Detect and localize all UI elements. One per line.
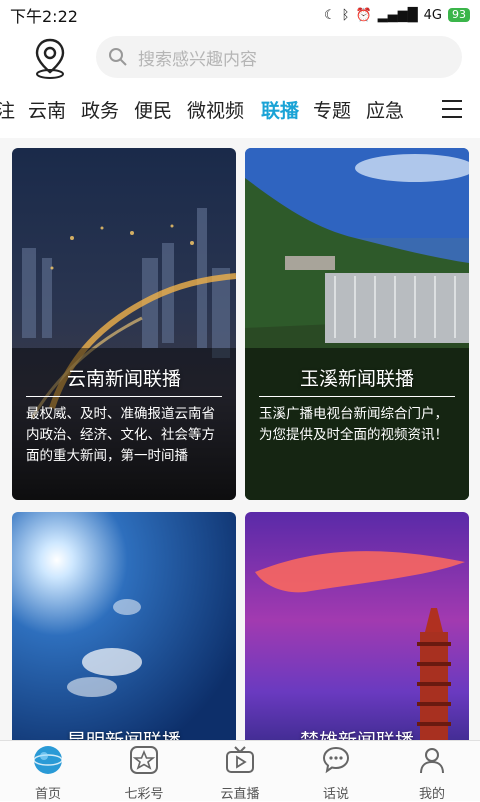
nav-mine[interactable]: 我的 [384,745,480,802]
tab-partial[interactable]: 注 [0,96,15,123]
alarm-icon: ⏰ [355,7,372,23]
search-placeholder: 搜索感兴趣内容 [138,49,257,70]
card-title: 昆明新闻联播 [12,726,236,740]
network-type: 4G [423,7,442,23]
divider [26,396,222,397]
card-title: 云南新闻联播 [66,368,181,390]
top-bar: 搜索感兴趣内容 [0,30,480,86]
tab-zhengwu[interactable]: 政务 [81,96,119,123]
chat-bubble-icon [322,746,350,774]
divider [259,396,455,397]
blue-sky-image [12,512,236,740]
nav-label: 我的 [418,787,445,802]
signal-icon: ▂▄▆█ [377,7,418,23]
search-input[interactable]: 搜索感兴趣内容 [96,36,462,78]
card-chuxiong-news[interactable]: 楚雄新闻联播 [245,512,469,740]
status-bar: 下午2:22 ☾ ᛒ ⏰ ▂▄▆█ 4G 93 [0,0,480,30]
card-title: 玉溪新闻联播 [299,368,414,390]
card-yunnan-news[interactable]: 云南新闻联播 最权威、及时、准确报道云南省内政治、经济、文化、社会等方面的重大新… [12,148,236,500]
menu-icon[interactable] [442,100,462,118]
bluetooth-icon: ᛒ [341,7,350,23]
status-icons: ☾ ᛒ ⏰ ▂▄▆█ 4G 93 [324,8,470,23]
user-icon [420,748,444,774]
tab-yunnan[interactable]: 云南 [28,96,66,123]
card-title: 楚雄新闻联播 [245,726,469,740]
tv-icon [226,746,254,773]
card-description: 最权威、及时、准确报道云南省内政治、经济、文化、社会等方面的重大新闻，第一时间播 [26,406,215,464]
card-description: 玉溪广播电视台新闻综合门户，为您提供及时全面的视频资讯！ [259,406,448,443]
tab-zhuanti[interactable]: 专题 [313,96,351,123]
card-yuxi-news[interactable]: 玉溪新闻联播 玉溪广播电视台新闻综合门户，为您提供及时全面的视频资讯！ [245,148,469,500]
search-icon [109,48,127,66]
bottom-nav: 首页 七彩号 云直播 话说 我的 [0,740,480,802]
category-tabs: 注 云南 政务 便民 微视频 联播 专题 应急 [0,92,480,128]
nav-qicaihao[interactable]: 七彩号 [96,745,192,802]
location-icon[interactable] [30,36,70,80]
star-badge-icon [130,746,158,774]
nav-live[interactable]: 云直播 [192,745,288,802]
tab-lianbo[interactable]: 联播 [261,96,299,123]
tab-weishipin[interactable]: 微视频 [187,96,244,123]
waterfall-image [245,148,469,500]
tab-bianmin[interactable]: 便民 [134,96,172,123]
content-grid: 云南新闻联播 最权威、及时、准确报道云南省内政治、经济、文化、社会等方面的重大新… [0,138,480,740]
nav-label: 七彩号 [124,787,164,802]
nav-label: 话说 [322,787,349,802]
status-time: 下午2:22 [10,7,78,26]
tab-yingji[interactable]: 应急 [366,96,404,123]
nav-home[interactable]: 首页 [0,745,96,802]
home-globe-icon [33,746,63,774]
moon-icon: ☾ [323,7,336,23]
battery-icon: 93 [448,8,470,22]
nav-label: 首页 [34,787,61,802]
nav-huashuo[interactable]: 话说 [288,745,384,802]
card-kunming-news[interactable]: 昆明新闻联播 [12,512,236,740]
nav-label: 云直播 [220,787,260,802]
pagoda-sunset-image [245,512,469,740]
